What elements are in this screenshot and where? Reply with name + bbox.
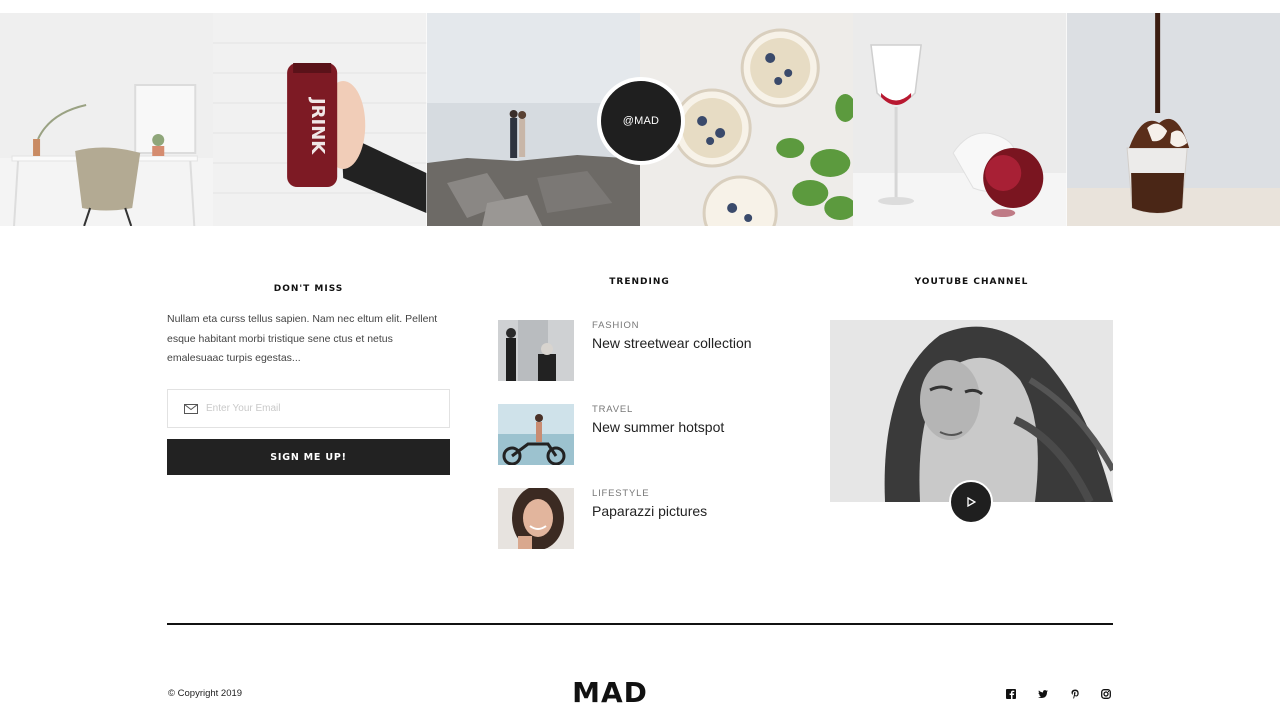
facebook-icon [1006,689,1016,699]
instagram-handle-badge[interactable]: @MAD [597,77,685,165]
trending-category: LIFESTYLE [592,488,650,499]
trending-title[interactable]: New summer hotspot [592,419,724,435]
svg-text:JRINK: JRINK [307,96,328,155]
instagram-link[interactable] [1100,688,1112,700]
trending-thumbnail [498,488,574,549]
sign-me-up-button[interactable]: SIGN ME UP! [167,439,450,475]
trending-category: TRAVEL [592,404,634,415]
email-field[interactable] [167,389,450,428]
trending-heading: TRENDING [609,277,670,287]
trending-thumbnail [498,320,574,381]
twitter-icon [1038,690,1048,698]
instagram-icon [1101,689,1111,699]
trending-title[interactable]: Paparazzi pictures [592,503,707,519]
site-logo[interactable]: MAD [560,676,660,709]
twitter-link[interactable] [1037,688,1049,700]
trending-thumbnail [498,404,574,465]
play-button[interactable] [949,480,993,524]
pinterest-icon [1071,689,1079,699]
wine-pomegranate-photo[interactable] [853,13,1067,226]
juice-bottle-photo[interactable]: JRINK [213,13,427,226]
envelope-icon [184,403,198,414]
copyright-text: © Copyright 2019 [168,688,243,699]
dont-miss-text: Nullam eta curss tellus sapien. Nam nec … [167,313,438,364]
email-input[interactable] [206,403,446,414]
dont-miss-heading: DON'T MISS [273,284,344,294]
trending-category: FASHION [592,320,640,331]
trending-item-lifestyle[interactable]: LIFESTYLE Paparazzi pictures [498,488,798,549]
play-icon [967,497,976,507]
youtube-heading: YOUTUBE CHANNEL [914,277,1029,287]
pinterest-link[interactable] [1069,688,1081,700]
trending-item-travel[interactable]: TRAVEL New summer hotspot [498,404,798,465]
trending-title[interactable]: New streetwear collection [592,335,752,351]
trending-item-fashion[interactable]: FASHION New streetwear collection [498,320,798,381]
chocolate-dessert-photo[interactable] [1066,13,1280,226]
desk-chair-photo[interactable] [0,13,214,226]
facebook-link[interactable] [1005,688,1017,700]
footer-divider [167,623,1113,625]
youtube-video-thumbnail[interactable] [830,320,1113,502]
